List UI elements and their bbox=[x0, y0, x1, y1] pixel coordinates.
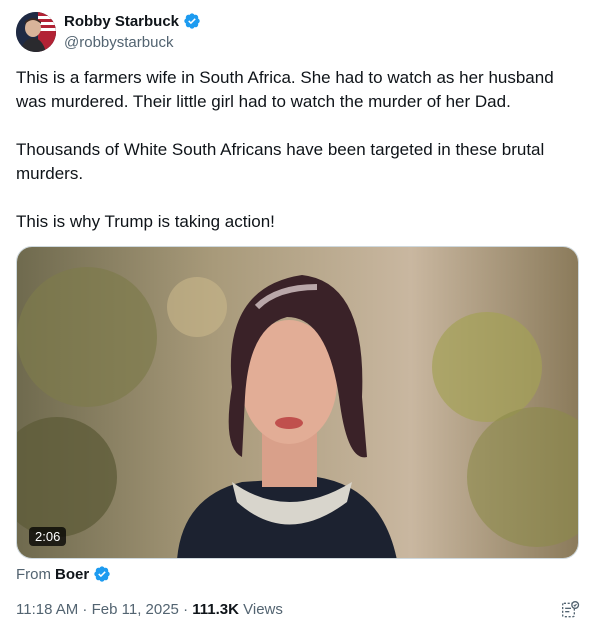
source-attribution: From Boer bbox=[16, 565, 111, 583]
post-paragraph: This is why Trump is taking action! bbox=[16, 212, 275, 231]
author-avatar[interactable] bbox=[16, 12, 56, 52]
post-meta: 11:18 AM · Feb 11, 2025 · 111.3K Views bbox=[16, 601, 283, 618]
post-date[interactable]: Feb 11, 2025 bbox=[92, 601, 179, 618]
meta-separator: · bbox=[178, 601, 193, 618]
verified-badge-icon bbox=[184, 13, 200, 29]
video-thumbnail bbox=[17, 247, 578, 558]
source-prefix: From bbox=[16, 565, 51, 583]
views-label: Views bbox=[238, 601, 283, 618]
author-name[interactable]: Robby Starbuck bbox=[64, 13, 179, 30]
meta-separator: · bbox=[78, 601, 92, 618]
post-time[interactable]: 11:18 AM bbox=[16, 601, 78, 618]
post-paragraph: This is a farmers wife in South Africa. … bbox=[16, 68, 554, 111]
video-player[interactable]: 2:06 bbox=[16, 246, 579, 559]
video-duration: 2:06 bbox=[29, 527, 67, 546]
verified-badge-icon bbox=[94, 566, 110, 582]
author-name-row[interactable]: Robby Starbuck bbox=[64, 12, 201, 30]
post-text: This is a farmers wife in South Africa. … bbox=[16, 66, 586, 258]
author-handle[interactable]: @robbystarbuck bbox=[64, 34, 173, 51]
views-count: 111.3K bbox=[192, 601, 239, 618]
grok-explain-icon[interactable] bbox=[561, 600, 581, 620]
source-name[interactable]: Boer bbox=[55, 566, 89, 583]
post-paragraph: Thousands of White South Africans have b… bbox=[16, 140, 545, 183]
